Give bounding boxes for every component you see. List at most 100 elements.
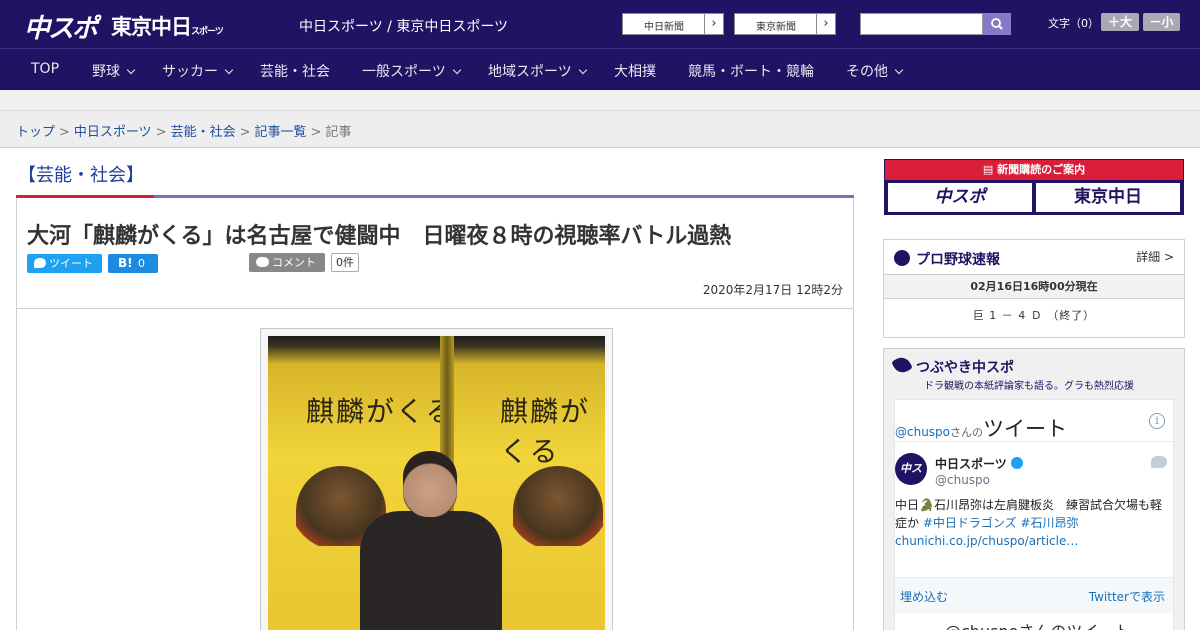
nav-racing[interactable]: 競馬・ボート・競輪: [688, 61, 814, 81]
nav-top[interactable]: TOP: [31, 61, 59, 77]
nav-entertainment[interactable]: 芸能・社会: [260, 61, 330, 81]
category-title: 【芸能・社会】: [18, 165, 144, 186]
timeline-heading[interactable]: @chuspoさんのツイート: [895, 413, 1067, 443]
person-figure: [360, 511, 502, 630]
breadcrumb-separator: >: [155, 125, 167, 140]
hatena-bookmark-button[interactable]: B! 0: [108, 254, 158, 273]
tokyo-chunichi-logo[interactable]: 東京中日スポーツ: [111, 11, 224, 41]
nav-label: 一般スポーツ: [362, 64, 446, 80]
ad-band: [0, 90, 1200, 111]
chunichi-shimbun-label: 中日新聞: [644, 22, 684, 33]
site-header: 中スポ 東京中日スポーツ 中日スポーツ / 東京中日スポーツ 中日新聞 › 東京…: [0, 0, 1200, 48]
nav-other[interactable]: その他: [846, 61, 904, 81]
account-name-text: 中日スポーツ: [935, 457, 1007, 471]
nav-label: 大相撲: [614, 64, 656, 80]
font-larger-button[interactable]: ＋大: [1101, 13, 1139, 31]
nav-soccer[interactable]: サッカー: [162, 61, 234, 81]
subscribe-chuspo-logo[interactable]: 中スポ: [888, 183, 1032, 212]
tweet-button-label: ツイート: [49, 257, 93, 270]
breadcrumb: トップ > 中日スポーツ > 芸能・社会 > 記事一覧 > 記事: [16, 121, 351, 140]
nav-label: サッカー: [162, 64, 218, 80]
nav-label: TOP: [31, 61, 60, 77]
baseball-update-time: 02月16日16時00分現在: [884, 275, 1184, 299]
nav-label: 芸能・社会: [260, 64, 330, 80]
font-size-label: 文字（0）: [1048, 17, 1099, 30]
breadcrumb-bar: トップ > 中日スポーツ > 芸能・社会 > 記事一覧 > 記事: [0, 111, 1200, 148]
hatena-icon: B!: [118, 256, 133, 270]
chevron-right-icon: ›: [816, 14, 835, 34]
breadcrumb-current: 記事: [325, 125, 352, 140]
breadcrumb-article-list[interactable]: 記事一覧: [255, 125, 307, 140]
search-icon: [991, 18, 1003, 30]
baseball-header: プロ野球速報 詳細 >: [884, 240, 1184, 275]
verified-icon: [1010, 457, 1023, 469]
comment-count[interactable]: 0件: [331, 253, 359, 272]
twitter-timeline-embed: @chuspoさんのツイート i 中スポ 中日スポーツ @chuspo 中日🐊石…: [894, 399, 1174, 630]
breadcrumb-top[interactable]: トップ: [16, 125, 55, 140]
timeline-heading-next: @chuspoさんのツイート: [945, 618, 1130, 630]
chevron-down-icon: [126, 65, 136, 75]
hashtag-link[interactable]: #中日ドラゴンズ: [923, 516, 1017, 530]
twitter-bird-icon[interactable]: [1151, 456, 1167, 468]
chunichi-shimbun-link[interactable]: 中日新聞 ›: [622, 13, 724, 35]
timeline-header: @chuspoさんのツイート i: [895, 400, 1173, 442]
account-handle[interactable]: @chuspo: [935, 473, 990, 487]
chevron-down-icon: [224, 65, 234, 75]
nav-local-sports[interactable]: 地域スポーツ: [488, 61, 587, 81]
breadcrumb-entertainment[interactable]: 芸能・社会: [171, 125, 236, 140]
info-icon[interactable]: i: [1149, 413, 1165, 429]
view-on-twitter-link[interactable]: Twitterで表示: [1089, 588, 1165, 605]
baseball-icon: [894, 250, 910, 266]
tweet-button[interactable]: ツイート: [27, 254, 102, 273]
baseball-detail-link[interactable]: 詳細 >: [1136, 248, 1174, 265]
tweet-url-link[interactable]: chunichi.co.jp/chuspo/article…: [895, 534, 1078, 548]
nav-label: 競馬・ボート・競輪: [688, 64, 814, 80]
baseball-score[interactable]: 巨 1 － 4 Ｄ （終了）: [884, 307, 1184, 323]
account-name[interactable]: 中日スポーツ: [935, 455, 1023, 472]
person-head: [403, 451, 457, 517]
timeline-tweets-word: ツイート: [983, 417, 1068, 441]
site-title[interactable]: 中日スポーツ / 東京中日スポーツ: [299, 16, 508, 36]
embed-link[interactable]: 埋め込む: [900, 588, 948, 605]
baseball-title: プロ野球速報: [916, 252, 1000, 268]
comment-button[interactable]: コメント: [249, 253, 325, 272]
chevron-down-icon: [452, 65, 461, 75]
subscription-title: 新聞購読のご案内: [997, 163, 1086, 176]
tokyo-shimbun-label: 東京新聞: [756, 22, 796, 33]
timeline-handle-suffix: さんの: [950, 426, 984, 439]
article-photo-frame: 麒麟がくる 麒麟がくる: [260, 328, 613, 630]
article-photo[interactable]: 麒麟がくる 麒麟がくる: [268, 336, 605, 630]
speech-bubble-icon: [256, 257, 269, 267]
breadcrumb-separator: >: [310, 125, 322, 140]
tweets-title: つぶやき中スポ: [916, 360, 1014, 376]
breadcrumb-chunichi-sports[interactable]: 中日スポーツ: [74, 125, 152, 140]
timeline-handle: @chuspo: [895, 425, 951, 439]
nav-general-sports[interactable]: 一般スポーツ: [362, 61, 461, 81]
main-nav: TOP 野球 サッカー 芸能・社会 一般スポーツ 地域スポーツ 大相撲 競馬・ボ…: [0, 48, 1200, 90]
timeline-footer: 埋め込む Twitterで表示: [895, 577, 1173, 613]
tweet-text: 中日🐊石川昂弥は左肩腱板炎 練習試合欠場も軽症か #中日ドラゴンズ #石川昂弥 …: [895, 496, 1171, 550]
nav-baseball[interactable]: 野球: [92, 61, 136, 81]
search-input[interactable]: [860, 13, 983, 35]
subscribe-tokyo-logo[interactable]: 東京中日: [1036, 183, 1180, 212]
hashtag-link[interactable]: #石川昂弥: [1021, 516, 1079, 530]
font-smaller-button[interactable]: －小: [1143, 13, 1180, 31]
chuspo-logo[interactable]: 中スポ: [24, 8, 98, 45]
baseball-scores-widget: プロ野球速報 詳細 > 02月16日16時00分現在 巨 1 － 4 Ｄ （終了…: [883, 239, 1185, 338]
tokyo-shimbun-link[interactable]: 東京新聞 ›: [734, 13, 836, 35]
twitter-bird-icon: [34, 258, 46, 268]
subscription-header: ▤ 新聞購読のご案内: [885, 160, 1183, 180]
article-date: 2020年2月17日 12時2分: [702, 283, 843, 297]
poster-title-text: 麒麟がくる: [306, 395, 456, 428]
hatena-count: 0: [138, 257, 145, 270]
avatar[interactable]: 中スポ: [895, 453, 927, 507]
tokyo-logo-small: スポーツ: [191, 27, 224, 37]
nav-sumo[interactable]: 大相撲: [614, 61, 656, 81]
search-button[interactable]: [983, 13, 1011, 35]
tweets-widget: つぶやき中スポ ドラ観戦の本紙評論家も語る。グラも熱烈応援 @chuspoさんの…: [883, 348, 1185, 630]
subscription-banner[interactable]: ▤ 新聞購読のご案内 中スポ 東京中日: [884, 159, 1184, 215]
megaphone-icon: [891, 354, 913, 376]
tokyo-logo-text: 東京中日: [111, 15, 192, 39]
nav-label: 地域スポーツ: [488, 64, 572, 80]
breadcrumb-separator: >: [59, 125, 70, 140]
